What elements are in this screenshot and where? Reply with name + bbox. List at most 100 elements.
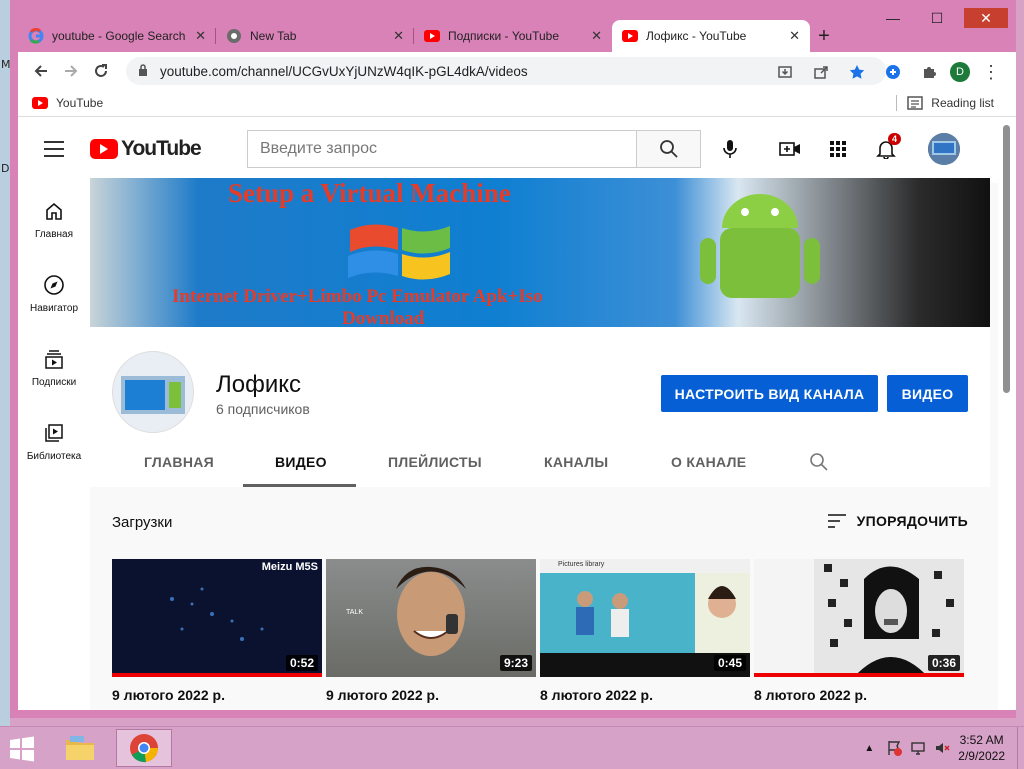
microphone-icon[interactable] [718,137,742,161]
thumbnail-caption: Meizu M5S [261,561,318,573]
sort-label: УПОРЯДОЧИТЬ [856,513,968,529]
bookmarks-separator [896,95,898,111]
tab-close-icon[interactable]: ✕ [393,28,404,44]
desktop-edge: M D [0,0,11,726]
tab-subscriptions[interactable]: Подписки - YouTube ✕ [414,20,612,52]
tab-google-search[interactable]: youtube - Google Search ✕ [18,20,216,52]
lock-icon [138,63,152,79]
puzzle-icon[interactable] [914,57,944,87]
bookmark-label: YouTube [56,96,104,110]
logo-text: YouTube [121,137,202,160]
video-date: 9 лютого 2022 р. [326,687,439,703]
video-thumbnail[interactable]: Meizu M5S 0:52 [112,559,322,677]
tab-title: Подписки - YouTube [448,29,560,43]
tab-close-icon[interactable]: ✕ [195,28,206,44]
volume-muted-icon[interactable] [934,740,950,756]
video-duration: 0:52 [285,655,318,671]
tab-title: youtube - Google Search [52,29,186,43]
tab-about[interactable]: О КАНАЛЕ [671,454,746,470]
file-explorer-icon[interactable] [52,729,108,767]
video-card[interactable]: Meizu M5S 0:52 9 лютого 2022 р. [112,559,322,703]
system-tray: ▲ 3:52 AM 2/9/2022 [864,727,1024,769]
subscriber-count: 6 подписчиков [216,401,310,417]
guide-item-subscriptions[interactable]: Подписки [18,347,90,388]
bookmark-star-icon[interactable] [842,57,872,87]
chrome-taskbar-icon[interactable] [116,729,172,767]
action-center-flag-icon[interactable] [886,740,903,756]
android-robot-image [700,194,820,298]
desktop-letter: D [1,162,10,175]
tab-close-icon[interactable]: ✕ [789,28,800,44]
manage-videos-button[interactable]: ВИДЕО [887,375,968,412]
youtube-logo[interactable]: YouTube [90,137,202,161]
guide-item-library[interactable]: Библиотека [18,421,90,462]
share-icon[interactable] [806,57,836,87]
tab-close-icon[interactable]: ✕ [591,28,602,44]
tab-channels[interactable]: КАНАЛЫ [544,454,608,470]
watch-progress-bar [112,673,322,677]
search-input[interactable]: Введите запрос [247,130,637,168]
minimize-button[interactable]: — [876,8,910,28]
video-card[interactable]: 0:36 8 лютого 2022 р. [754,559,964,703]
banner-subtitle-line: Download [342,308,425,327]
notifications-bell-icon[interactable]: 4 [874,133,902,161]
compass-icon [42,273,66,297]
reading-list-button[interactable]: Reading list [896,95,994,111]
clock-time: 3:52 AM [959,733,1004,747]
tab-home[interactable]: ГЛАВНАЯ [144,454,214,470]
page-scrollbar[interactable] [998,117,1016,710]
search-button[interactable] [637,130,701,168]
maximize-button[interactable]: ☐ [920,8,954,28]
clock[interactable]: 3:52 AM 2/9/2022 [958,732,1005,764]
banner-subtitle-line: Internet Driver+Limbo Pc Emulator Apk+Is… [172,286,543,307]
customize-channel-button[interactable]: НАСТРОИТЬ ВИД КАНАЛА [661,375,878,412]
video-card[interactable]: Pictures library 0:45 8 лютого 2022 р. [540,559,750,703]
channel-header: Лофикс 6 подписчиков НАСТРОИТЬ ВИД КАНАЛ… [90,327,990,487]
video-thumbnail[interactable]: Pictures library 0:45 [540,559,750,677]
create-video-icon[interactable] [778,137,802,161]
video-duration: 9:23 [499,655,532,671]
browser-toolbar: youtube.com/channel/UCGvUxYjUNzW4qIK-pGL… [18,52,1016,90]
guide-label: Библиотека [26,451,82,462]
back-arrow-icon[interactable] [26,56,56,86]
guide-item-home[interactable]: Главная [18,199,90,240]
thumbnail-caption: Pictures library [558,561,605,568]
account-avatar[interactable] [928,133,960,165]
reading-list-icon [907,96,924,110]
youtube-page: YouTube Введите запрос 4 Главная Навигат… [18,117,1016,710]
youtube-icon [622,28,638,44]
show-hidden-icons-chevron-icon[interactable]: ▲ [864,743,874,754]
tab-new-tab[interactable]: New Tab ✕ [216,20,414,52]
extension-icon[interactable] [878,57,908,87]
network-icon[interactable] [910,740,926,756]
sort-button[interactable]: УПОРЯДОЧИТЬ [827,513,968,529]
reload-icon[interactable] [86,56,116,86]
install-icon[interactable] [770,57,800,87]
show-desktop-button[interactable] [1017,727,1024,769]
more-vert-icon[interactable]: ⋮ [976,57,1006,87]
video-duration: 0:45 [713,655,746,671]
channel-search-icon[interactable] [809,452,829,477]
video-thumbnail[interactable]: 0:36 [754,559,964,677]
tab-videos[interactable]: ВИДЕО [275,454,327,470]
tab-playlists[interactable]: ПЛЕЙЛИСТЫ [388,454,482,470]
new-tab-button[interactable]: + [810,20,838,52]
menu-icon[interactable] [44,141,64,162]
bookmark-youtube[interactable]: YouTube [32,96,103,110]
windows-start-icon[interactable] [8,735,36,763]
windows-taskbar: ▲ 3:52 AM 2/9/2022 [0,726,1024,769]
video-card[interactable]: TALK 9:23 9 лютого 2022 р. [326,559,536,703]
forward-arrow-icon[interactable] [56,56,86,86]
scrollbar-thumb[interactable] [1003,125,1010,393]
close-window-button[interactable]: ✕ [964,8,1008,28]
apps-grid-icon[interactable] [826,137,850,161]
profile-avatar[interactable]: D [950,62,970,82]
section-title: Загрузки [112,514,173,531]
guide-item-explore[interactable]: Навигатор [18,273,90,314]
video-date: 8 лютого 2022 р. [540,687,653,703]
subscriptions-icon [42,347,66,371]
tab-lofiks[interactable]: Лофикс - YouTube ✕ [612,20,810,52]
channel-avatar[interactable] [112,351,194,433]
video-thumbnail[interactable]: TALK 9:23 [326,559,536,677]
tab-title: Лофикс - YouTube [646,29,747,43]
